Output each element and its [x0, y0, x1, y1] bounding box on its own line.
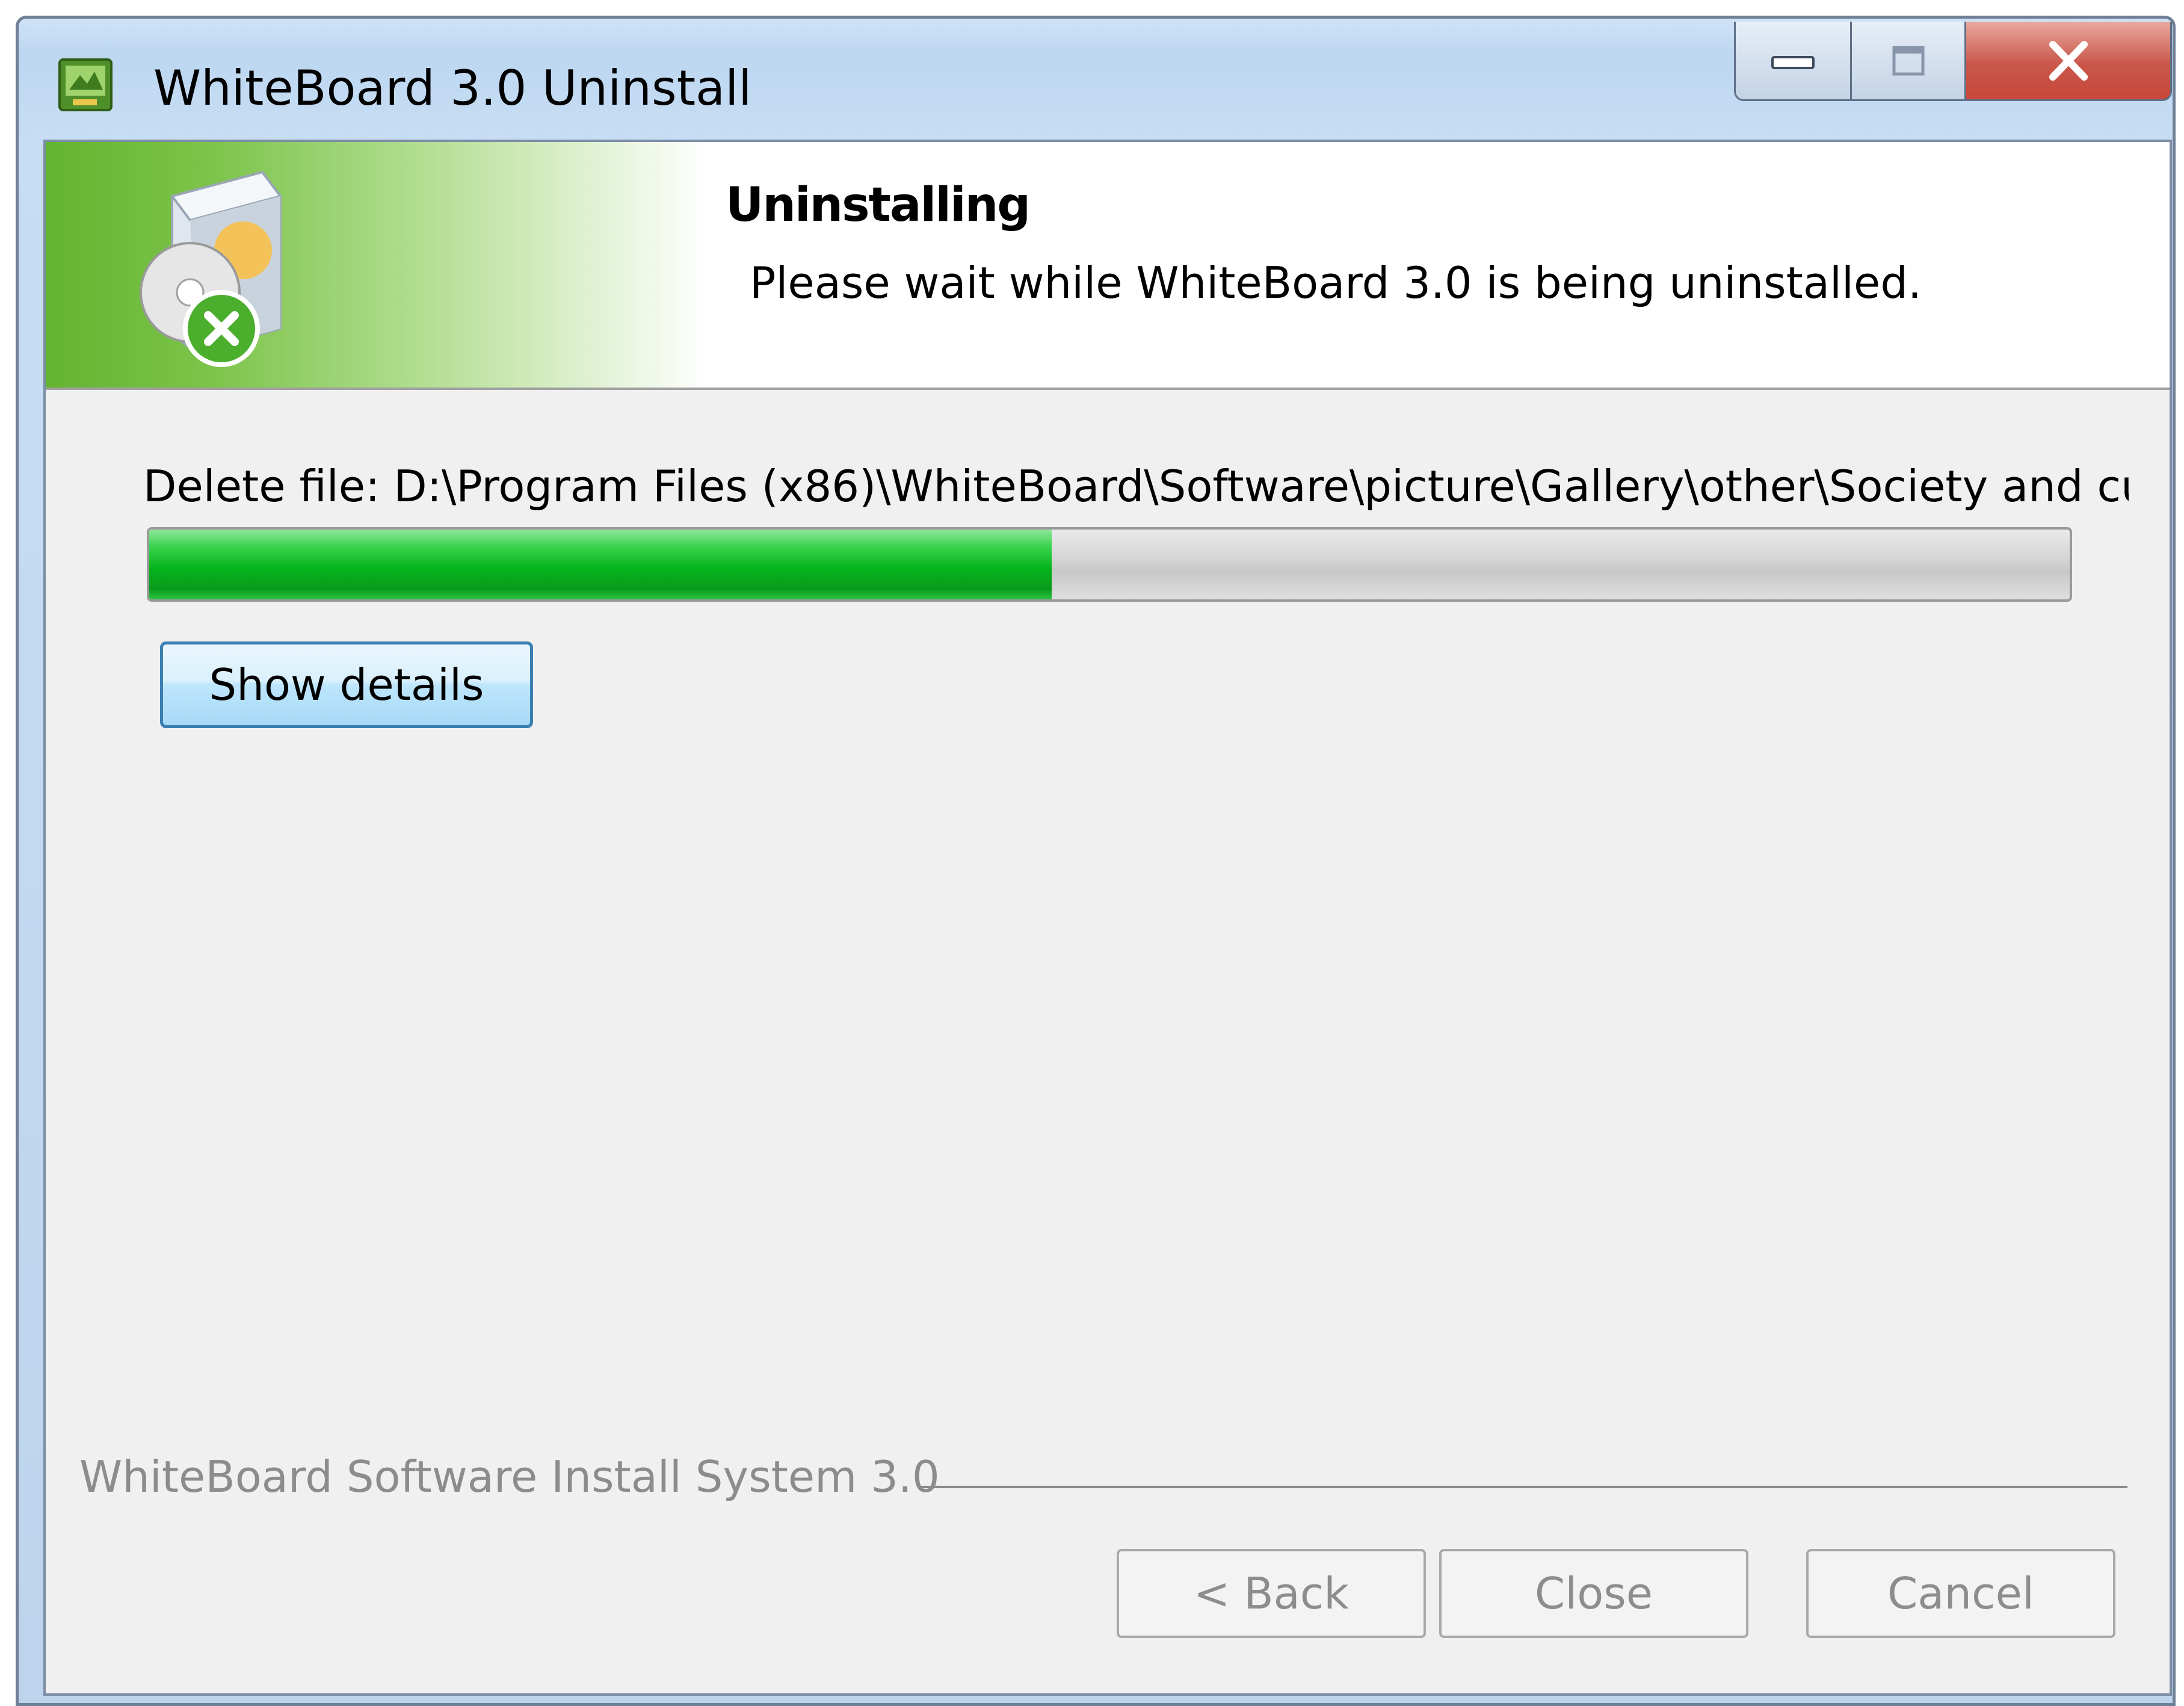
caption-buttons: [1734, 22, 2172, 101]
maximize-icon: [1892, 46, 1924, 75]
close-button[interactable]: Close: [1439, 1549, 1748, 1638]
whiteboard-app-icon: [58, 58, 113, 111]
minimize-icon: [1771, 55, 1815, 69]
header-panel: Uninstalling Please wait while WhiteBoar…: [46, 142, 2170, 390]
header-subtitle: Please wait while WhiteBoard 3.0 is bein…: [750, 258, 1922, 308]
uninstall-progress-bar: [147, 527, 2072, 602]
show-details-button[interactable]: Show details: [160, 641, 533, 728]
close-icon: [2049, 40, 2088, 81]
cancel-button[interactable]: Cancel: [1806, 1549, 2115, 1638]
uninstall-package-icon: [140, 170, 283, 367]
back-button[interactable]: < Back: [1117, 1549, 1426, 1638]
desktop: WhiteBoard 3.0 Uninstall Uninstalling Pl…: [0, 0, 2184, 1706]
maximize-button[interactable]: [1852, 22, 1966, 101]
wizard-body: Uninstalling Please wait while WhiteBoar…: [43, 140, 2172, 1696]
installer-branding: WhiteBoard Software Install System 3.0: [79, 1451, 940, 1502]
minimize-button[interactable]: [1734, 22, 1852, 101]
current-file-status: Delete file: D:\Program Files (x86)\Whit…: [143, 461, 2129, 511]
progress-fill: [149, 530, 1052, 599]
header-title: Uninstalling: [726, 178, 1031, 232]
close-window-button[interactable]: [1966, 22, 2172, 101]
window-title: WhiteBoard 3.0 Uninstall: [153, 60, 752, 116]
branding-divider: [921, 1486, 2127, 1488]
